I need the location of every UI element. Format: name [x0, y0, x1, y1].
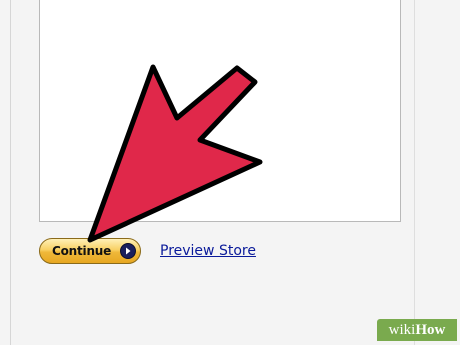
right-divider [414, 0, 415, 345]
continue-button-label: Continue [52, 244, 112, 258]
store-preview-panel [39, 0, 401, 222]
preview-store-link[interactable]: Preview Store [160, 243, 256, 259]
wikihow-watermark: wiki How [377, 319, 457, 341]
watermark-how: How [415, 321, 446, 338]
continue-button[interactable]: Continue [39, 238, 141, 264]
circle-chevron-right-icon [120, 243, 136, 259]
left-divider [10, 0, 11, 345]
watermark-wiki: wiki [388, 321, 416, 338]
page: Continue Preview Store wiki How [0, 0, 460, 345]
